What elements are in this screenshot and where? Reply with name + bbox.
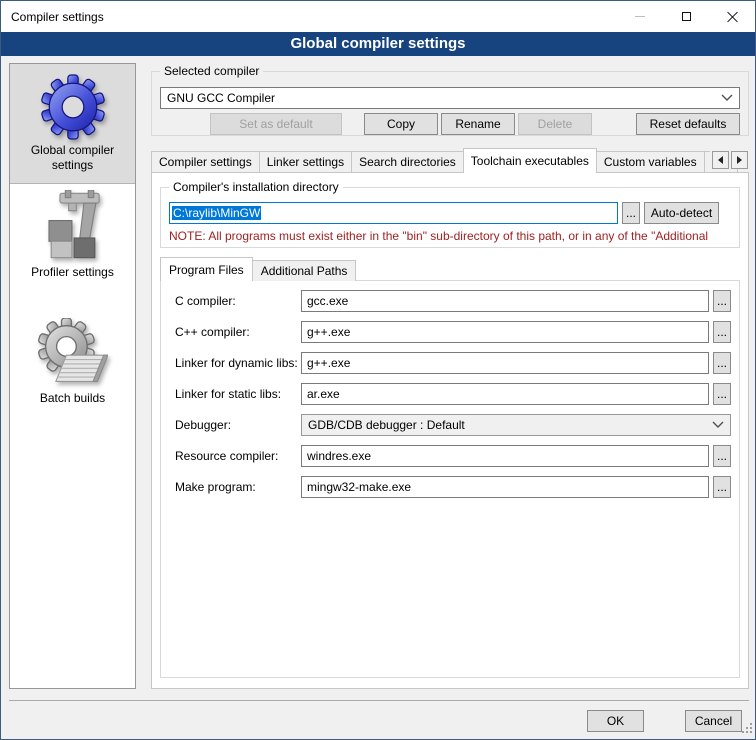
compiler-select-value: GNU GCC Compiler — [167, 91, 715, 105]
sidebar-item-profiler-settings[interactable]: Profiler settings — [10, 184, 135, 310]
install-dir-input[interactable]: C:\raylib\MinGW — [169, 202, 618, 224]
compiler-settings-dialog: Compiler settings Global compiler settin… — [0, 0, 756, 740]
field-label: Linker for static libs: — [175, 387, 301, 401]
field-label: Debugger: — [175, 418, 301, 432]
debugger-select-value: GDB/CDB debugger : Default — [308, 418, 706, 432]
maximize-icon — [682, 12, 691, 21]
window-title: Compiler settings — [1, 10, 104, 24]
window-controls — [617, 1, 755, 32]
close-icon — [727, 11, 738, 22]
selected-compiler-group: Selected compiler GNU GCC Compiler Set a… — [151, 71, 749, 136]
debugger-select[interactable]: GDB/CDB debugger : Default — [301, 414, 731, 436]
tab-search-directories[interactable]: Search directories — [351, 151, 464, 173]
browse-button[interactable]: ... — [713, 445, 731, 467]
copy-button[interactable]: Copy — [364, 113, 438, 135]
tab-scroll-left-button[interactable] — [712, 151, 729, 169]
arrow-left-icon — [718, 156, 723, 164]
resize-grip[interactable] — [740, 721, 753, 737]
minimize-button — [617, 1, 663, 32]
browse-button[interactable]: ... — [713, 321, 731, 343]
selected-text: C:\raylib\MinGW — [172, 206, 261, 220]
note-text: NOTE: All programs must exist either in … — [169, 229, 737, 243]
autodetect-button[interactable]: Auto-detect — [644, 202, 719, 224]
sidebar-item-batch-builds[interactable]: Batch builds — [10, 310, 135, 436]
program-files-page: C compiler: ... C++ compiler: ... Linker… — [160, 280, 740, 678]
install-dir-row: C:\raylib\MinGW ... Auto-detect — [169, 202, 719, 224]
reset-defaults-button[interactable]: Reset defaults — [636, 113, 740, 135]
blue-gear-icon — [40, 74, 106, 143]
dynamic-linker-input[interactable] — [301, 352, 709, 374]
c-compiler-input[interactable] — [301, 290, 709, 312]
chevron-down-icon — [712, 421, 724, 429]
field-label: Make program: — [175, 480, 301, 494]
sidebar-item-label: Profiler settings — [17, 265, 129, 280]
subtab-additional-paths[interactable]: Additional Paths — [252, 260, 357, 281]
field-row-static-linker: Linker for static libs: ... — [175, 383, 731, 405]
gear-stack-icon — [38, 318, 108, 391]
browse-button[interactable]: ... — [713, 383, 731, 405]
make-program-input[interactable] — [301, 476, 709, 498]
field-row-cpp-compiler: C++ compiler: ... — [175, 321, 731, 343]
cpp-compiler-input[interactable] — [301, 321, 709, 343]
tab-compiler-settings[interactable]: Compiler settings — [151, 151, 260, 173]
compiler-buttons-row: Set as default Copy Rename Delete Reset … — [160, 113, 740, 135]
category-list: Global compiler settings Profiler settin… — [9, 63, 136, 689]
group-legend: Compiler's installation directory — [169, 180, 343, 194]
set-as-default-button: Set as default — [210, 113, 342, 135]
sidebar-item-label: Global compiler settings — [17, 143, 129, 173]
delete-button: Delete — [518, 113, 592, 135]
sidebar-item-label: Batch builds — [17, 391, 129, 406]
resource-compiler-input[interactable] — [301, 445, 709, 467]
tab-scroll-right-button[interactable] — [731, 151, 748, 169]
titlebar: Compiler settings — [1, 1, 755, 32]
tab-custom-variables[interactable]: Custom variables — [596, 151, 705, 173]
sidebar-item-global-compiler-settings[interactable]: Global compiler settings — [10, 64, 135, 184]
browse-button[interactable]: ... — [713, 476, 731, 498]
field-row-debugger: Debugger: GDB/CDB debugger : Default — [175, 414, 731, 436]
tab-linker-settings[interactable]: Linker settings — [259, 151, 352, 173]
arrow-right-icon — [737, 156, 742, 164]
maximize-button[interactable] — [663, 1, 709, 32]
field-row-make-program: Make program: ... — [175, 476, 731, 498]
rename-button[interactable]: Rename — [441, 113, 515, 135]
dialog-header: Global compiler settings — [1, 32, 755, 56]
chevron-down-icon — [721, 94, 733, 102]
subtab-program-files[interactable]: Program Files — [160, 257, 253, 281]
field-row-resource-compiler: Resource compiler: ... — [175, 445, 731, 467]
caliper-icon — [38, 190, 108, 265]
field-label: C compiler: — [175, 294, 301, 308]
browse-button[interactable]: ... — [622, 202, 640, 224]
footer-divider — [9, 700, 749, 701]
field-label: C++ compiler: — [175, 325, 301, 339]
close-button[interactable] — [709, 1, 755, 32]
group-legend: Selected compiler — [160, 64, 263, 78]
field-row-c-compiler: C compiler: ... — [175, 290, 731, 312]
field-label: Resource compiler: — [175, 449, 301, 463]
install-dir-group: Compiler's installation directory C:\ray… — [160, 187, 740, 248]
browse-button[interactable]: ... — [713, 352, 731, 374]
toolchain-executables-panel: Compiler's installation directory C:\ray… — [151, 172, 749, 689]
program-files-tabstrip: Program Files Additional Paths — [160, 257, 355, 281]
field-label: Linker for dynamic libs: — [175, 356, 301, 370]
browse-button[interactable]: ... — [713, 290, 731, 312]
minimize-icon — [635, 16, 645, 17]
settings-tabstrip: Compiler settings Linker settings Search… — [151, 148, 749, 173]
compiler-select[interactable]: GNU GCC Compiler — [160, 87, 740, 109]
cancel-button[interactable]: Cancel — [685, 710, 742, 732]
tab-toolchain-executables[interactable]: Toolchain executables — [463, 148, 597, 173]
ok-button[interactable]: OK — [587, 710, 644, 732]
field-row-dynamic-linker: Linker for dynamic libs: ... — [175, 352, 731, 374]
static-linker-input[interactable] — [301, 383, 709, 405]
tab-scroll-controls — [710, 151, 748, 169]
